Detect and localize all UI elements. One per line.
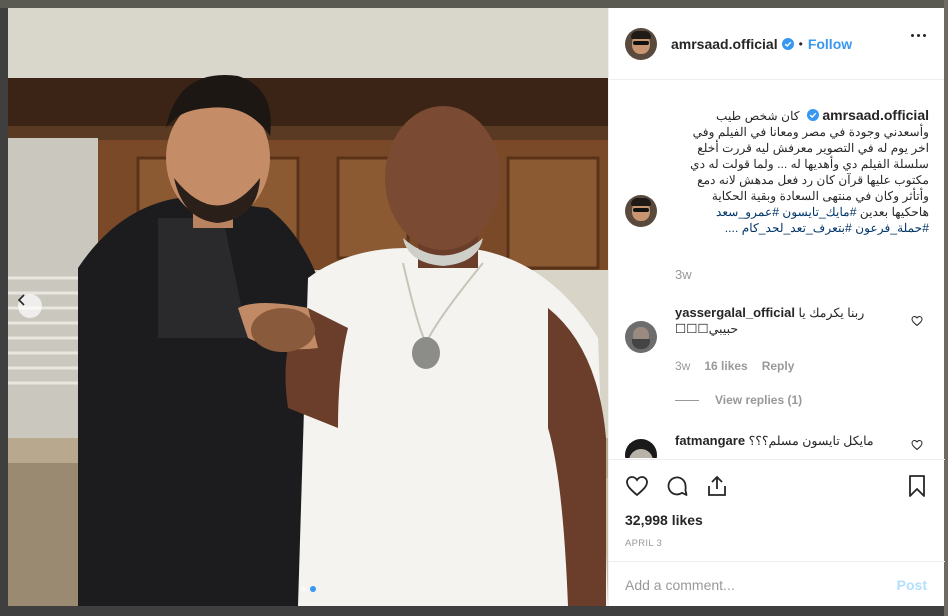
carousel-dot (300, 586, 306, 592)
caption-avatar[interactable] (625, 195, 657, 227)
reply-button[interactable]: Reply (762, 359, 795, 373)
comment-body: fatmangare مايكل تايسون مسلم؟؟؟ (675, 433, 909, 449)
comment-body: yassergalal_official ربنا يكرمك يا حبيبي… (675, 305, 909, 337)
post-modal: amrsaad.official • Follow amrsaad.offici… (8, 8, 945, 606)
post-date[interactable]: APRIL 3 (625, 538, 662, 549)
commenter-username[interactable]: fatmangare (675, 433, 745, 448)
comment-likes[interactable]: 16 likes (704, 359, 747, 373)
caption-username[interactable]: amrsaad.official (822, 107, 929, 123)
commenter-avatar[interactable] (625, 439, 657, 458)
heart-icon[interactable] (625, 474, 649, 498)
share-icon[interactable] (705, 474, 729, 498)
author-username[interactable]: amrsaad.official (671, 36, 778, 52)
post-actions: 32,998 likes APRIL 3 Add a comment... Po… (609, 459, 945, 606)
view-replies-button[interactable]: View replies (1) (675, 393, 802, 407)
add-comment-input[interactable]: Add a comment... (625, 577, 735, 593)
add-comment-bar: Add a comment... Post (609, 561, 945, 607)
comment-text: مايكل تايسون مسلم؟؟؟ (748, 434, 874, 448)
caption-text-block: amrsaad.official كان شخص طيب وأسعدني وجو… (675, 107, 929, 236)
comments-list[interactable]: amrsaad.official كان شخص طيب وأسعدني وجو… (609, 81, 945, 458)
author-avatar[interactable] (625, 27, 657, 60)
post-comment-button[interactable]: Post (897, 577, 927, 593)
post-sidebar: amrsaad.official • Follow amrsaad.offici… (608, 8, 945, 606)
comment-bubble-icon[interactable] (665, 474, 689, 498)
verified-badge-icon (807, 109, 819, 121)
action-icons (625, 468, 929, 504)
heart-icon[interactable] (911, 439, 923, 451)
commenter-avatar[interactable] (625, 321, 657, 353)
previous-photo-button[interactable] (18, 294, 42, 318)
verified-badge-icon (781, 37, 794, 50)
commenter-username[interactable]: yassergalal_official (675, 305, 795, 320)
heart-icon[interactable] (911, 315, 923, 327)
caption-body: كان شخص طيب وأسعدني وجودة في مصر ومعانا … (690, 109, 929, 219)
chevron-left-icon (18, 294, 25, 306)
carousel-indicator (300, 586, 316, 592)
replies-divider-line (675, 399, 699, 401)
carousel-dot-active (310, 586, 316, 592)
post-photo[interactable] (8, 8, 608, 606)
bookmark-icon[interactable] (905, 474, 929, 498)
separator-dot: • (798, 36, 803, 51)
comment-age[interactable]: 3w (675, 359, 690, 373)
photo-illustration (8, 8, 608, 606)
caption-age[interactable]: 3w (675, 267, 692, 282)
comment-meta: 3w 16 likes Reply (675, 359, 794, 373)
likes-count[interactable]: 32,998 likes (625, 512, 703, 528)
post-header: amrsaad.official • Follow (609, 8, 944, 80)
follow-button[interactable]: Follow (808, 36, 852, 52)
backdrop-top-strip (0, 0, 948, 8)
more-options-icon[interactable] (911, 34, 926, 37)
view-replies-label: View replies (1) (715, 393, 803, 407)
